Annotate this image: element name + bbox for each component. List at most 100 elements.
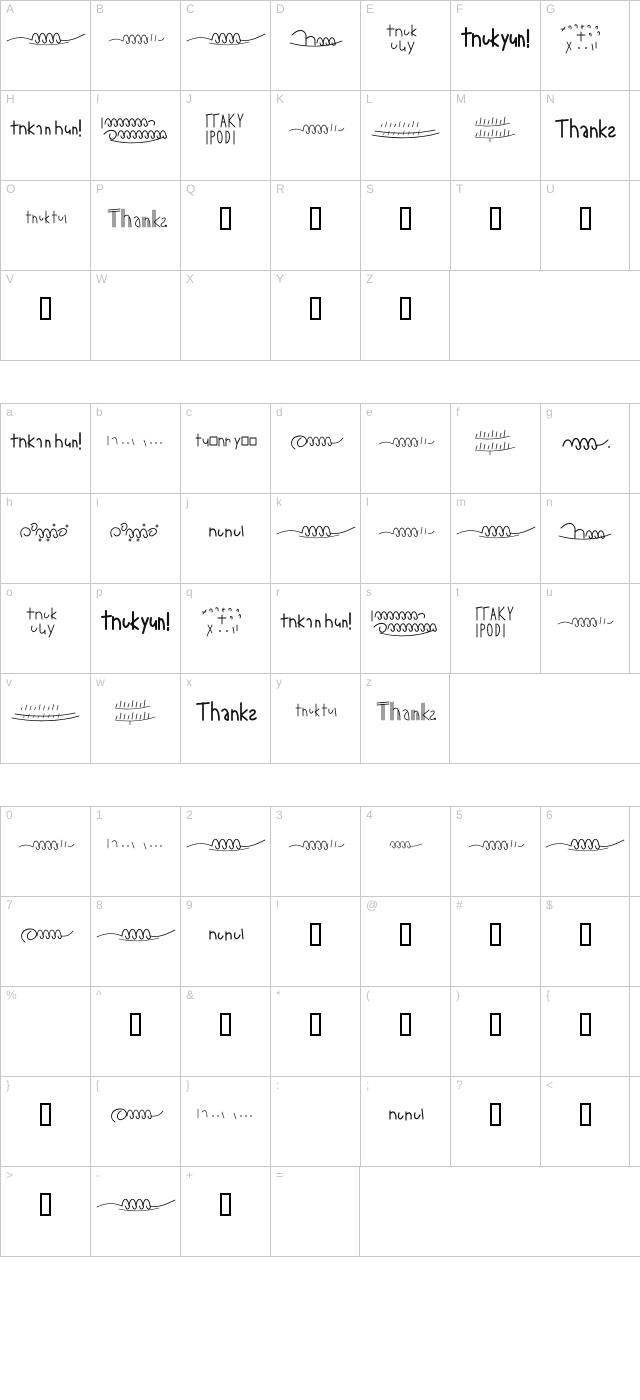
glyph-cell[interactable]: o (0, 584, 90, 673)
glyph-cell[interactable]: w (90, 674, 180, 763)
glyph-cell[interactable]: * (270, 987, 360, 1076)
glyph-cell[interactable]: = (270, 1167, 360, 1256)
glyph-cell[interactable]: s (360, 584, 450, 673)
glyph-cell[interactable]: m (450, 494, 540, 583)
glyph-cell[interactable]: r (270, 584, 360, 673)
glyph-cell[interactable]: B (90, 1, 180, 90)
glyph-cell[interactable]: 5 (450, 807, 540, 896)
glyph-cell[interactable]: q (180, 584, 270, 673)
glyph-cell[interactable]: Y (270, 271, 360, 360)
glyph-cell[interactable]: > (0, 1167, 90, 1256)
glyph-cell[interactable]: ^ (90, 987, 180, 1076)
glyph-cell[interactable]: E (360, 1, 450, 90)
glyph-cell[interactable]: c (180, 404, 270, 493)
glyph-cell[interactable]: ( (360, 987, 450, 1076)
glyph-cell[interactable]: T (450, 181, 540, 270)
missing-glyph-box (220, 1012, 231, 1036)
glyph-cell[interactable]: y (270, 674, 360, 763)
glyph-cell[interactable]: % (0, 987, 90, 1076)
glyph-cell[interactable]: 8 (90, 897, 180, 986)
glyph-cell[interactable]: ; (360, 1077, 450, 1166)
glyph-cell[interactable]: p (90, 584, 180, 673)
glyph-preview (1, 15, 90, 61)
missing-glyph-box (310, 1012, 321, 1036)
glyph-cell[interactable]: 9 (180, 897, 270, 986)
glyph-cell[interactable]: U (540, 181, 630, 270)
glyph-cell[interactable]: 7 (0, 897, 90, 986)
glyph-cell[interactable]: k (270, 494, 360, 583)
glyph-cell[interactable]: h (0, 494, 90, 583)
glyph-cell[interactable]: l (360, 494, 450, 583)
glyph-preview (181, 105, 270, 151)
glyph-cell[interactable]: b (90, 404, 180, 493)
glyph-cell[interactable]: n (540, 494, 630, 583)
glyph-cell[interactable]: I (90, 91, 180, 180)
glyph-cell[interactable]: R (270, 181, 360, 270)
glyph-cell[interactable]: O (0, 181, 90, 270)
glyph-cell[interactable]: j (180, 494, 270, 583)
glyph-preview (91, 911, 180, 957)
glyph-cell[interactable]: - (90, 1167, 180, 1256)
glyph-cell[interactable]: A (0, 1, 90, 90)
glyph-cell[interactable]: t (450, 584, 540, 673)
glyph-preview (361, 1001, 450, 1047)
glyph-cell[interactable]: : (270, 1077, 360, 1166)
glyph-preview (91, 598, 180, 644)
glyph-cell[interactable]: S (360, 181, 450, 270)
glyph-cell[interactable]: X (180, 271, 270, 360)
glyph-cell[interactable]: ! (270, 897, 360, 986)
glyph-cell[interactable]: N (540, 91, 630, 180)
glyph-cell[interactable]: d (270, 404, 360, 493)
glyph-cell[interactable]: } (0, 1077, 90, 1166)
glyph-cell[interactable]: < (540, 1077, 630, 1166)
missing-glyph-box (579, 206, 591, 230)
glyph-preview (361, 195, 450, 241)
glyph-cell[interactable]: 4 (360, 807, 450, 896)
glyph-cell[interactable]: M (450, 91, 540, 180)
glyph-cell[interactable]: v (0, 674, 90, 763)
glyph-preview (451, 15, 540, 61)
glyph-cell[interactable]: V (0, 271, 90, 360)
glyph-cell[interactable]: K (270, 91, 360, 180)
glyph-cell[interactable]: & (180, 987, 270, 1076)
glyph-drawing (554, 114, 616, 142)
glyph-cell[interactable]: 1 (90, 807, 180, 896)
glyph-cell[interactable]: 0 (0, 807, 90, 896)
glyph-cell[interactable]: @ (360, 897, 450, 986)
glyph-cell[interactable]: J (180, 91, 270, 180)
glyph-cell[interactable]: x (180, 674, 270, 763)
glyph-cell[interactable]: + (180, 1167, 270, 1256)
glyph-cell[interactable]: F (450, 1, 540, 90)
glyph-drawing (206, 520, 246, 542)
glyph-cell[interactable]: H (0, 91, 90, 180)
glyph-cell[interactable]: ] (180, 1077, 270, 1166)
glyph-drawing (107, 1100, 165, 1128)
glyph-cell[interactable]: ) (450, 987, 540, 1076)
glyph-cell[interactable]: g (540, 404, 630, 493)
glyph-preview (181, 821, 270, 867)
glyph-cell[interactable]: u (540, 584, 630, 673)
glyph-cell[interactable]: [ (90, 1077, 180, 1166)
glyph-cell[interactable]: $ (540, 897, 630, 986)
glyph-cell[interactable]: P (90, 181, 180, 270)
glyph-cell[interactable]: C (180, 1, 270, 90)
glyph-cell[interactable]: D (270, 1, 360, 90)
glyph-cell[interactable]: 3 (270, 807, 360, 896)
glyph-cell[interactable]: Z (360, 271, 450, 360)
glyph-preview (1, 1001, 90, 1047)
missing-glyph-box (220, 1192, 231, 1216)
glyph-cell[interactable]: e (360, 404, 450, 493)
glyph-cell[interactable]: { (540, 987, 630, 1076)
glyph-cell[interactable]: 6 (540, 807, 630, 896)
glyph-cell[interactable]: 2 (180, 807, 270, 896)
glyph-cell[interactable]: W (90, 271, 180, 360)
glyph-cell[interactable]: f (450, 404, 540, 493)
glyph-cell[interactable]: ? (450, 1077, 540, 1166)
glyph-cell[interactable]: # (450, 897, 540, 986)
glyph-cell[interactable]: L (360, 91, 450, 180)
glyph-cell[interactable]: G (540, 1, 630, 90)
glyph-cell[interactable]: i (90, 494, 180, 583)
glyph-cell[interactable]: a (0, 404, 90, 493)
glyph-cell[interactable]: Q (180, 181, 270, 270)
glyph-cell[interactable]: z (360, 674, 450, 763)
